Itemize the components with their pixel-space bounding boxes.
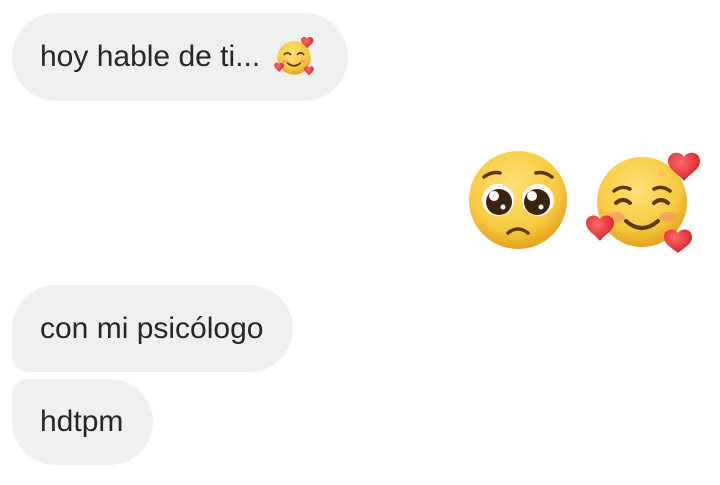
smiling-face-with-hearts-icon	[586, 152, 700, 253]
message-sent-emojis[interactable]	[460, 147, 704, 253]
chat-thread: hoy hable de ti... con mi psicólogo hdtp…	[0, 0, 720, 485]
message-text: hoy hable de ti...	[40, 40, 261, 73]
message-text: hdtpm	[40, 405, 124, 438]
pleading-face-icon	[469, 151, 567, 249]
message-bubble-received[interactable]: hdtpm	[12, 379, 154, 465]
smiling-face-with-hearts-icon	[274, 36, 314, 76]
message-text: con mi psicólogo	[40, 311, 264, 345]
message-bubble-received[interactable]: hoy hable de ti...	[12, 13, 349, 101]
message-bubble-received[interactable]: con mi psicólogo	[12, 285, 294, 372]
